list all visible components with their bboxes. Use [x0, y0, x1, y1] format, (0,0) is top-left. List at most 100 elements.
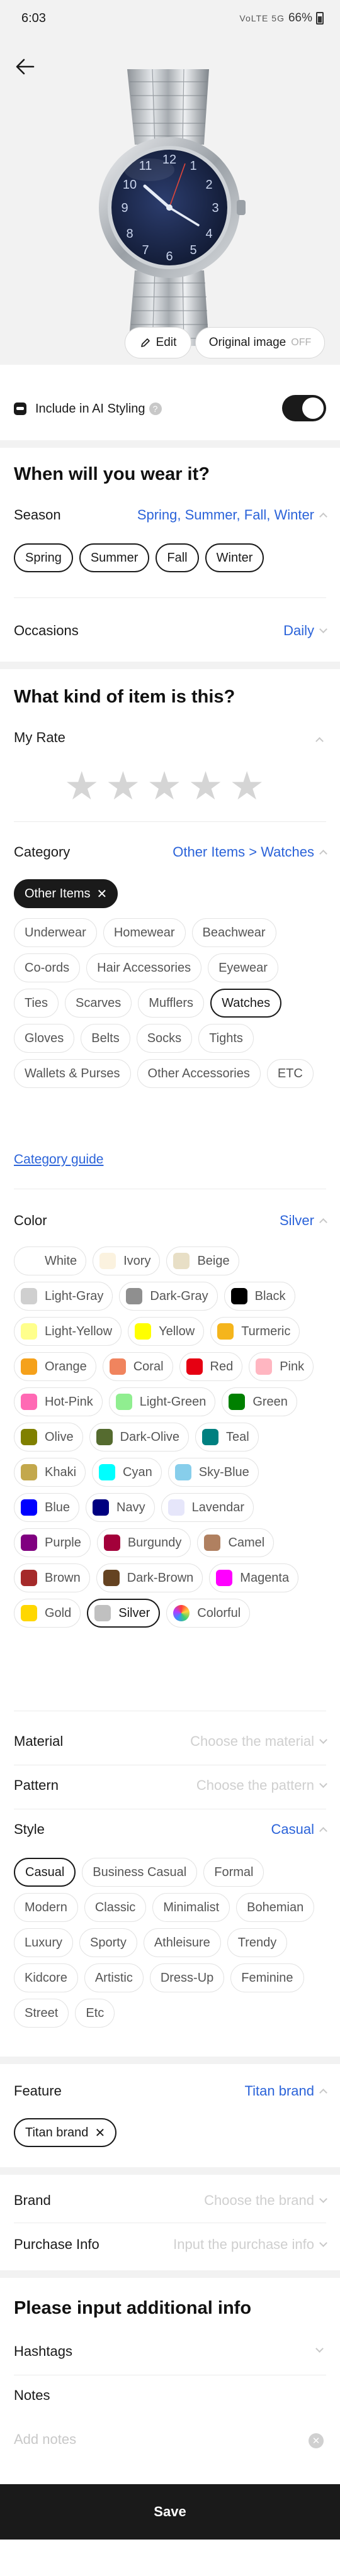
subcategory-chip-co-ords[interactable]: Co-ords — [14, 953, 81, 982]
color-chip-camel[interactable]: Camel — [197, 1528, 275, 1557]
style-chip-feminine[interactable]: Feminine — [230, 1963, 304, 1992]
color-value[interactable]: Silver — [280, 1213, 327, 1229]
subcategory-chip-wallets-purses[interactable]: Wallets & Purses — [14, 1059, 131, 1088]
style-chip-artistic[interactable]: Artistic — [84, 1963, 144, 1992]
color-chip-brown[interactable]: Brown — [14, 1563, 90, 1592]
subcategory-chip-tights[interactable]: Tights — [198, 1024, 254, 1053]
color-chip-hot-pink[interactable]: Hot-Pink — [14, 1387, 103, 1416]
subcategory-chip-homewear[interactable]: Homewear — [103, 918, 186, 947]
season-value[interactable]: Spring, Summer, Fall, Winter — [137, 507, 327, 523]
category-value[interactable]: Other Items > Watches — [173, 844, 327, 860]
subcategory-chip-watches[interactable]: Watches — [210, 989, 282, 1018]
style-chip-formal[interactable]: Formal — [203, 1858, 264, 1887]
color-chip-white[interactable]: White — [14, 1246, 87, 1275]
color-chip-burgundy[interactable]: Burgundy — [96, 1528, 191, 1557]
star-icon[interactable]: ★ — [229, 767, 264, 806]
color-chip-colorful[interactable]: Colorful — [166, 1599, 251, 1628]
color-chip-gold[interactable]: Gold — [14, 1599, 81, 1628]
subcategory-chip-etc[interactable]: ETC — [266, 1059, 314, 1088]
subcategory-chip-mufflers[interactable]: Mufflers — [138, 989, 205, 1018]
category-chip-other-items[interactable]: Other Items ✕ — [14, 879, 118, 908]
subcategory-chip-eyewear[interactable]: Eyewear — [208, 953, 278, 982]
feature-value[interactable]: Titan brand — [245, 2083, 327, 2099]
style-chip-kidcore[interactable]: Kidcore — [14, 1963, 78, 1992]
subcategory-chip-gloves[interactable]: Gloves — [14, 1024, 75, 1053]
ai-styling-toggle[interactable] — [282, 395, 326, 421]
color-chip-dark-brown[interactable]: Dark-Brown — [96, 1563, 203, 1592]
style-value[interactable]: Casual — [271, 1821, 327, 1838]
color-chip-teal[interactable]: Teal — [195, 1423, 259, 1452]
back-button[interactable] — [11, 53, 39, 80]
category-guide-link[interactable]: Category guide — [14, 1152, 103, 1167]
style-chip-casual[interactable]: Casual — [14, 1858, 76, 1887]
brand-selector[interactable]: Choose the brand — [204, 2192, 327, 2209]
style-chip-modern[interactable]: Modern — [14, 1893, 78, 1922]
style-chip-athleisure[interactable]: Athleisure — [143, 1928, 221, 1957]
subcategory-chip-belts[interactable]: Belts — [81, 1024, 130, 1053]
subcategory-chip-ties[interactable]: Ties — [14, 989, 59, 1018]
color-chip-navy[interactable]: Navy — [86, 1493, 155, 1522]
color-chip-lavendar[interactable]: Lavendar — [161, 1493, 254, 1522]
style-chip-dress-up[interactable]: Dress-Up — [149, 1963, 225, 1992]
color-chip-yellow[interactable]: Yellow — [128, 1317, 205, 1346]
style-chip-trendy[interactable]: Trendy — [227, 1928, 288, 1957]
style-chip-street[interactable]: Street — [14, 1999, 69, 2028]
edit-image-button[interactable]: Edit — [125, 327, 191, 358]
subcategory-chip-underwear[interactable]: Underwear — [14, 918, 97, 947]
color-chip-beige[interactable]: Beige — [166, 1246, 239, 1275]
clear-icon[interactable]: ✕ — [309, 2433, 324, 2448]
season-chip-fall[interactable]: Fall — [156, 543, 199, 572]
color-chip-black[interactable]: Black — [224, 1282, 295, 1311]
occasions-value[interactable]: Daily — [283, 623, 327, 639]
style-chip-luxury[interactable]: Luxury — [14, 1928, 74, 1957]
color-chip-purple[interactable]: Purple — [14, 1528, 91, 1557]
purchase-info-selector[interactable]: Input the purchase info — [173, 2236, 327, 2253]
color-chip-orange[interactable]: Orange — [14, 1352, 96, 1381]
color-chip-olive[interactable]: Olive — [14, 1423, 83, 1452]
color-chip-blue[interactable]: Blue — [14, 1493, 80, 1522]
color-chip-dark-gray[interactable]: Dark-Gray — [119, 1282, 218, 1311]
style-chip-minimalist[interactable]: Minimalist — [152, 1893, 230, 1922]
style-chip-bohemian[interactable]: Bohemian — [236, 1893, 315, 1922]
chevron-down-icon[interactable] — [315, 2345, 324, 2353]
save-button[interactable]: Save — [0, 2484, 340, 2540]
color-chip-coral[interactable]: Coral — [102, 1352, 173, 1381]
material-selector[interactable]: Choose the material — [190, 1733, 327, 1750]
star-icon[interactable]: ★ — [106, 767, 141, 806]
original-image-toggle[interactable]: Original image OFF — [195, 327, 325, 358]
color-chip-magenta[interactable]: Magenta — [209, 1563, 299, 1592]
close-icon[interactable]: ✕ — [94, 2125, 105, 2141]
color-chip-ivory[interactable]: Ivory — [93, 1246, 161, 1275]
color-chip-light-green[interactable]: Light-Green — [108, 1387, 216, 1416]
style-chip-business-casual[interactable]: Business Casual — [82, 1858, 198, 1887]
style-chip-etc[interactable]: Etc — [75, 1999, 115, 2028]
star-icon[interactable]: ★ — [64, 767, 99, 806]
close-icon[interactable]: ✕ — [96, 886, 107, 902]
style-chip-sporty[interactable]: Sporty — [79, 1928, 137, 1957]
color-chip-khaki[interactable]: Khaki — [14, 1458, 86, 1487]
color-chip-red[interactable]: Red — [179, 1352, 243, 1381]
star-icon[interactable]: ★ — [147, 767, 182, 806]
color-chip-light-gray[interactable]: Light-Gray — [14, 1282, 113, 1311]
color-chip-sky-blue[interactable]: Sky-Blue — [167, 1458, 259, 1487]
color-chip-light-yellow[interactable]: Light-Yellow — [14, 1317, 122, 1346]
pattern-selector[interactable]: Choose the pattern — [196, 1777, 327, 1794]
season-chip-spring[interactable]: Spring — [14, 543, 73, 572]
star-icon[interactable]: ★ — [188, 767, 224, 806]
color-chip-green[interactable]: Green — [222, 1387, 297, 1416]
color-chip-dark-olive[interactable]: Dark-Olive — [89, 1423, 190, 1452]
subcategory-chip-beachwear[interactable]: Beachwear — [191, 918, 276, 947]
style-chip-classic[interactable]: Classic — [84, 1893, 147, 1922]
notes-input[interactable]: Add notes — [14, 2431, 76, 2448]
season-chip-summer[interactable]: Summer — [79, 543, 150, 572]
subcategory-chip-hair-accessories[interactable]: Hair Accessories — [86, 953, 202, 982]
color-chip-pink[interactable]: Pink — [249, 1352, 314, 1381]
subcategory-chip-other-accessories[interactable]: Other Accessories — [137, 1059, 261, 1088]
color-chip-silver[interactable]: Silver — [87, 1599, 161, 1628]
color-chip-turmeric[interactable]: Turmeric — [210, 1317, 300, 1346]
subcategory-chip-scarves[interactable]: Scarves — [65, 989, 132, 1018]
color-chip-cyan[interactable]: Cyan — [92, 1458, 162, 1487]
feature-chip[interactable]: Titan brand ✕ — [14, 2118, 117, 2147]
subcategory-chip-socks[interactable]: Socks — [136, 1024, 193, 1053]
season-chip-winter[interactable]: Winter — [205, 543, 264, 572]
